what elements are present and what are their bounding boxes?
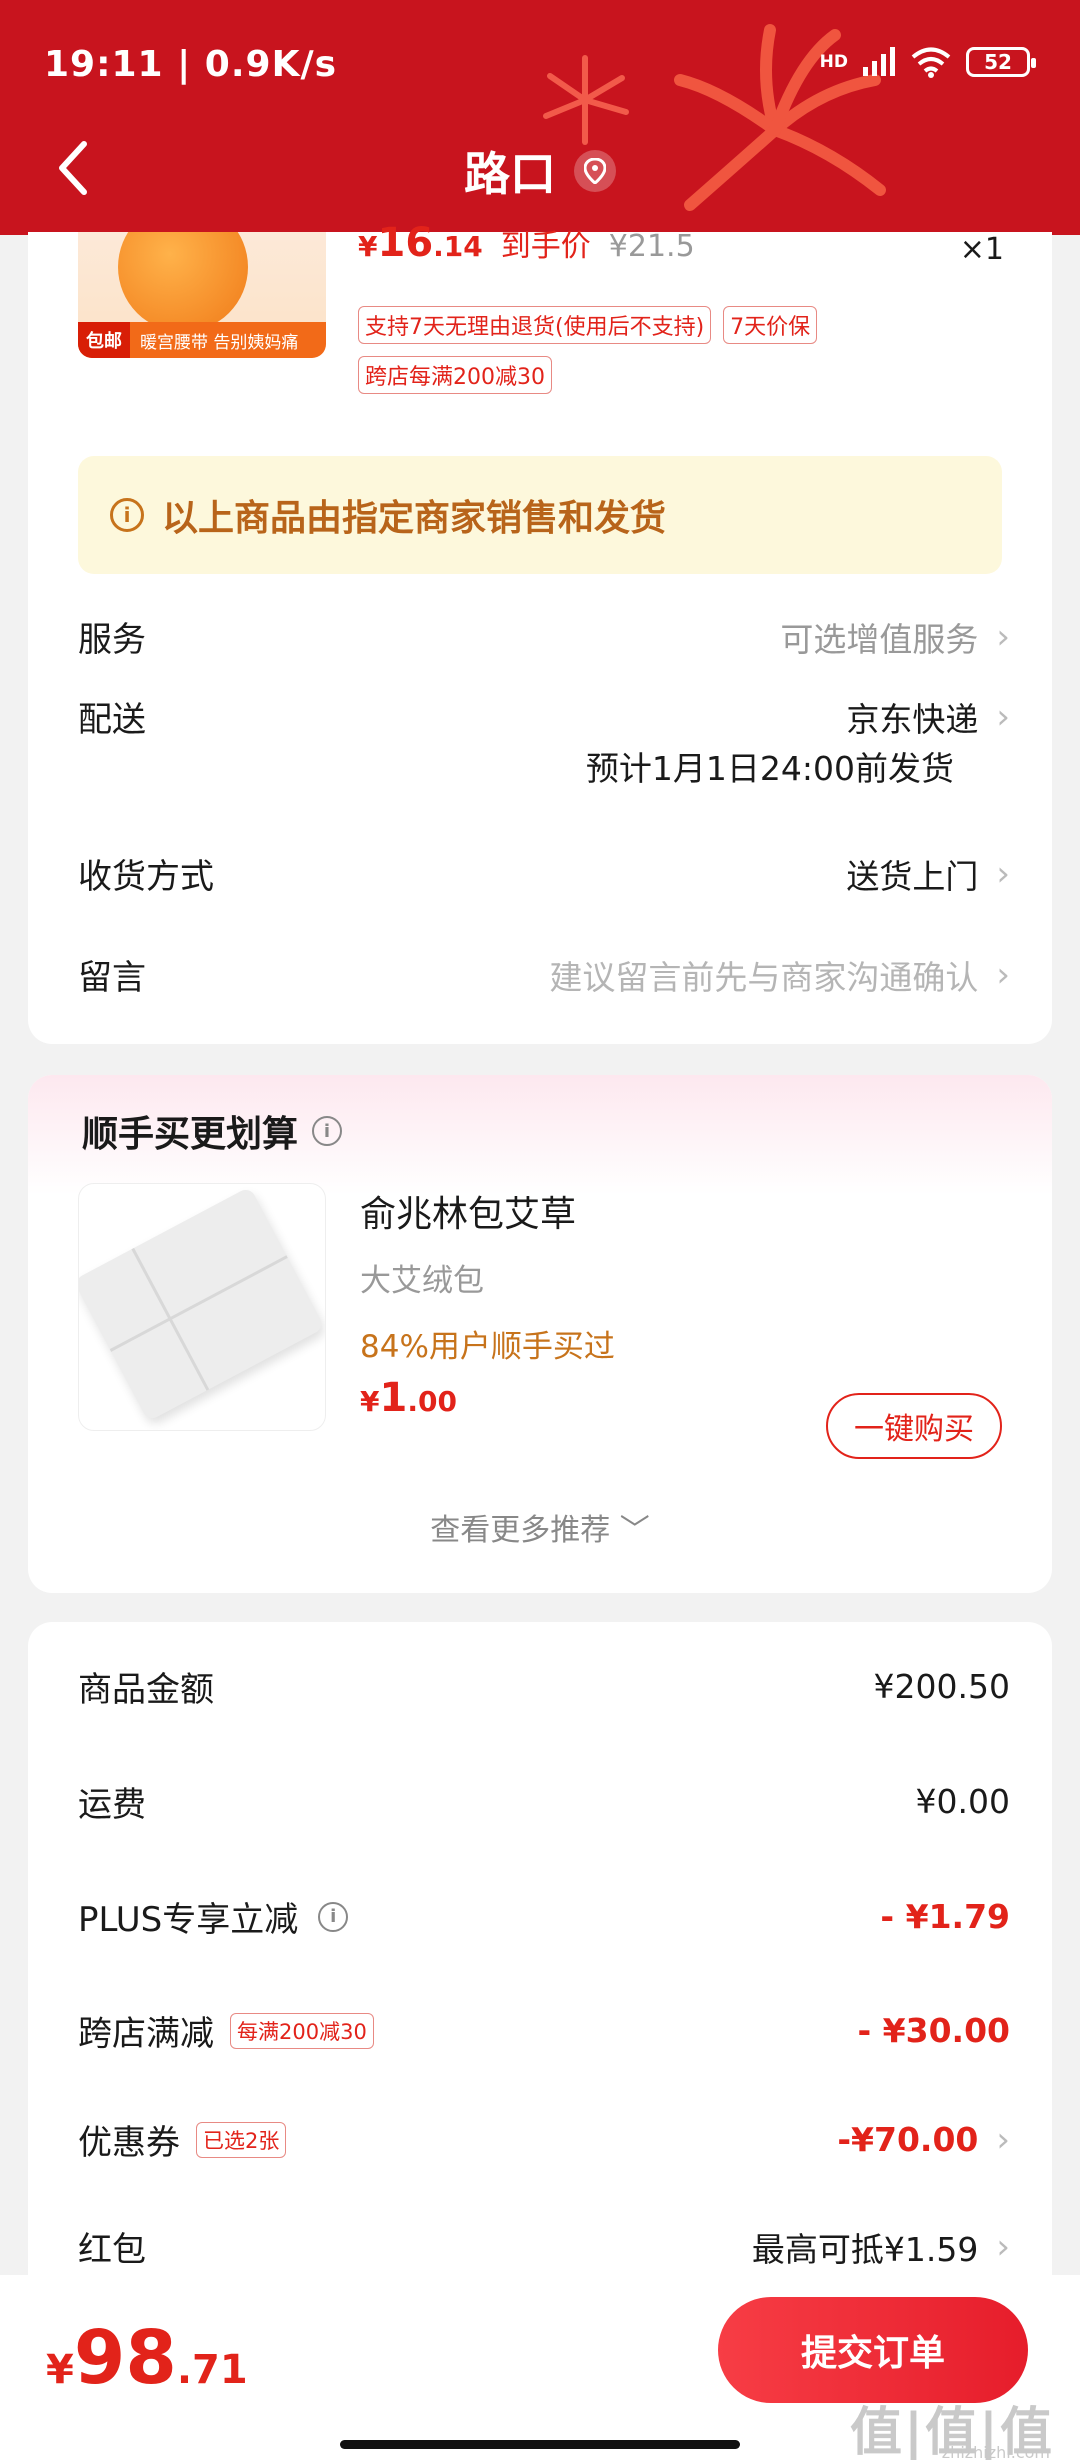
receive-method-row[interactable]: 收货方式 送货上门 › (78, 849, 1010, 898)
watermark-url: zhizhizhi.com (941, 2443, 1050, 2460)
final-price: ¥ 16 .14 (358, 220, 483, 266)
chevron-right-icon: › (996, 2119, 1010, 2160)
seller-notice: i 以上商品由指定商家销售和发货 (78, 456, 1002, 574)
price-integer: 16 (377, 220, 434, 266)
service-row[interactable]: 服务 可选增值服务 › (78, 612, 1010, 661)
goods-amount-value: ¥200.50 (873, 1667, 1010, 1706)
product-banner-text: 暖宫腰带 告别姨妈痛 (140, 332, 299, 353)
cross-store-discount-tag: 每满200减30 (230, 2012, 374, 2049)
price-decimal: .14 (433, 230, 483, 263)
shipping-estimate: 预计1月1日24:00前发货 (585, 749, 954, 788)
cross-store-discount-value: - ¥30.00 (857, 2011, 1010, 2050)
service-tags: 支持7天无理由退货(使用后不支持) 7天价保 (358, 306, 818, 344)
upsell-product-spec: 大艾绒包 (360, 1263, 484, 1299)
red-packet-label: 红包 (78, 2230, 146, 2270)
product-visual (118, 232, 248, 332)
coupon-selected-tag: 已选2张 (196, 2121, 287, 2158)
home-indicator[interactable] (340, 2440, 740, 2449)
chevron-right-icon: › (996, 2226, 1010, 2267)
upsell-title: 顺手买更划算 (82, 1114, 299, 1155)
product-price-row: ¥ 16 .14 到手价 ¥21.5 (358, 220, 695, 266)
return-policy-tag: 支持7天无理由退货(使用后不支持) (358, 306, 712, 344)
price-currency: ¥ (360, 1385, 380, 1418)
upsell-price: ¥ 1 .00 (360, 1375, 457, 1421)
upsell-title-row: 顺手买更划算 i (82, 1105, 343, 1157)
goods-amount-row: 商品金额 ¥200.50 (78, 1662, 1010, 1711)
info-icon[interactable]: i (318, 1901, 349, 1932)
plus-discount-row: PLUS专享立减 i - ¥1.79 (78, 1892, 1010, 1941)
red-packet-row[interactable]: 红包 最高可抵¥1.59 › (78, 2222, 1010, 2271)
product-visual (79, 1186, 325, 1422)
signal-icon (863, 47, 895, 76)
goods-amount-label: 商品金额 (78, 1670, 214, 1710)
order-total: ¥ 98 .71 (46, 2315, 248, 2401)
receive-method-label: 收货方式 (78, 857, 214, 897)
freight-label: 运费 (78, 1785, 146, 1825)
original-price: ¥21.5 (608, 229, 695, 264)
title-area[interactable]: 路口 (0, 138, 1080, 204)
total-integer: 98 (73, 2315, 177, 2401)
top-header: 19:11 | 0.9K/s HD 52 路口 (0, 0, 1080, 235)
service-label: 服务 (78, 620, 146, 660)
service-value: 可选增值服务 (780, 619, 979, 659)
plus-discount-value: - ¥1.79 (880, 1897, 1010, 1936)
coupon-label: 优惠券 (78, 2123, 180, 2163)
status-icons: HD 52 (819, 46, 1036, 78)
receive-method-value: 送货上门 (846, 856, 979, 896)
freight-row: 运费 ¥0.00 (78, 1777, 1010, 1826)
chevron-right-icon: › (996, 616, 1010, 657)
network-type: HD (819, 51, 848, 72)
product-quantity: ×1 (959, 232, 1004, 267)
chevron-right-icon: › (996, 954, 1010, 995)
more-recommendations-link[interactable]: 查看更多推荐 ﹀ (28, 1505, 1052, 1549)
message-label: 留言 (78, 958, 146, 998)
status-time: 19:11 | 0.9K/s (44, 44, 338, 85)
one-click-buy-button[interactable]: 一键购买 (826, 1393, 1002, 1459)
shipping-row[interactable]: 配送 京东快递 › (78, 692, 1010, 741)
cross-store-discount-label: 跨店满减 (78, 2014, 214, 2054)
message-placeholder: 建议留言前先与商家沟通确认 (549, 957, 979, 997)
coupon-row[interactable]: 优惠券 已选2张 -¥70.00 › (78, 2115, 1010, 2164)
product-image-banner: 包邮 暖宫腰带 告别姨妈痛 (78, 322, 326, 358)
freight-value: ¥0.00 (915, 1782, 1010, 1821)
total-currency: ¥ (46, 2347, 74, 2393)
wifi-icon (911, 47, 951, 78)
price-label: 到手价 (500, 229, 591, 264)
chevron-right-icon: › (996, 853, 1010, 894)
upsell-purchase-stat: 84%用户顺手买过 (360, 1329, 615, 1365)
upsell-product-image[interactable] (78, 1183, 326, 1431)
location-pin-icon[interactable] (574, 150, 616, 192)
upsell-card: 顺手买更划算 i 俞兆林包艾草 大艾绒包 84%用户顺手买过 ¥ 1 .00 一… (28, 1075, 1052, 1593)
chevron-right-icon: › (996, 696, 1010, 737)
order-item-card: 包邮 暖宫腰带 告别姨妈痛 ¥ 16 .14 到手价 ¥21.5 ×1 支持7天… (28, 220, 1052, 1044)
price-decimal: .00 (407, 1385, 457, 1418)
submit-order-button[interactable]: 提交订单 (718, 2297, 1028, 2403)
product-image[interactable]: 包邮 暖宫腰带 告别姨妈痛 (78, 232, 326, 358)
price-integer: 1 (379, 1375, 408, 1421)
shipping-label: 配送 (78, 700, 146, 740)
upsell-product-name[interactable]: 俞兆林包艾草 (360, 1185, 576, 1237)
red-packet-value: 最高可抵¥1.59 (751, 2229, 979, 2269)
battery-indicator: 52 (966, 47, 1036, 77)
seller-notice-text: 以上商品由指定商家销售和发货 (162, 498, 667, 539)
plus-discount-label: PLUS专享立减 (78, 1900, 299, 1940)
promo-tags: 跨店每满200减30 (358, 356, 552, 394)
coupon-value: -¥70.00 (837, 2120, 979, 2159)
free-shipping-tag: 包邮 (78, 322, 130, 358)
message-row[interactable]: 留言 建议留言前先与商家沟通确认 › (78, 950, 1010, 999)
page-title: 路口 (464, 147, 556, 201)
cross-store-discount-row: 跨店满减 每满200减30 - ¥30.00 (78, 2006, 1010, 2055)
info-icon[interactable]: i (312, 1116, 343, 1146)
firework-decoration-icon (543, 55, 629, 145)
checkout-bar: ¥ 98 .71 提交订单 值|值|值 zhizhizhi.com (0, 2275, 1080, 2460)
price-currency: ¥ (358, 230, 378, 263)
cross-store-promo-tag: 跨店每满200减30 (358, 356, 552, 394)
shipping-value: 京东快递 (846, 699, 979, 739)
price-protect-tag: 7天价保 (723, 306, 818, 344)
info-icon: i (110, 498, 144, 532)
total-decimal: .71 (176, 2347, 248, 2393)
